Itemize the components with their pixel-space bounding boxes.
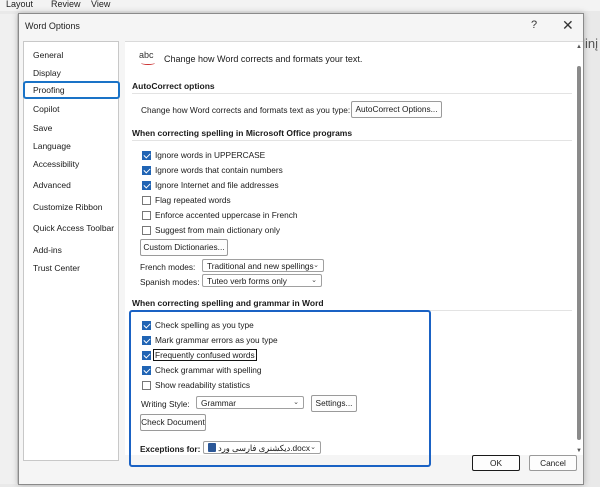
autocorrect-description: Change how Word corrects and formats tex…	[141, 105, 351, 115]
word-menubar: Layout Review View	[0, 0, 600, 11]
nav-item-trust-center[interactable]: Trust Center	[24, 259, 118, 277]
menu-view[interactable]: View	[91, 0, 110, 9]
spanish-modes-value: Tuteo verb forms only	[207, 276, 287, 286]
french-modes-label: French modes:	[140, 262, 196, 272]
option-label: Suggest from main dictionary only	[155, 225, 280, 235]
menu-review[interactable]: Review	[51, 0, 81, 9]
checkbox[interactable]	[142, 211, 151, 220]
scroll-down-icon[interactable]: ▼	[576, 448, 582, 454]
autocorrect-heading: AutoCorrect options	[132, 81, 572, 94]
abc-icon-text: abc	[139, 50, 154, 60]
nav-item-display[interactable]: Display	[24, 64, 118, 82]
custom-dictionaries-button[interactable]: Custom Dictionaries...	[140, 239, 228, 256]
nav-item-save[interactable]: Save	[24, 119, 118, 137]
checkbox[interactable]	[142, 151, 151, 160]
cancel-button[interactable]: Cancel	[529, 455, 577, 471]
option-label: Ignore Internet and file addresses	[155, 180, 279, 190]
checkbox[interactable]	[142, 196, 151, 205]
french-modes-value: Traditional and new spellings	[207, 261, 314, 271]
page-description: Change how Word corrects and formats you…	[164, 54, 363, 64]
checkbox[interactable]	[142, 226, 151, 235]
nav-item-add-ins[interactable]: Add-ins	[24, 241, 118, 259]
scroll-up-icon[interactable]: ▲	[576, 44, 582, 50]
help-button[interactable]: ?	[531, 19, 537, 31]
autocorrect-options-button[interactable]: AutoCorrect Options...	[351, 101, 442, 118]
spanish-modes-label: Spanish modes:	[140, 277, 200, 287]
word-spelling-heading: When correcting spelling and grammar in …	[132, 298, 572, 311]
chevron-down-icon: ⌄	[313, 262, 319, 269]
ok-button[interactable]: OK	[472, 455, 520, 471]
chevron-down-icon: ⌄	[311, 277, 317, 284]
squiggle-underline	[141, 61, 155, 65]
content-scrollbar[interactable]: ▲ ▼	[575, 41, 583, 455]
close-button[interactable]: ✕	[562, 17, 574, 34]
nav-item-quick-access-toolbar[interactable]: Quick Access Toolbar	[24, 219, 118, 237]
abc-spellcheck-icon: abc	[139, 50, 159, 68]
checkbox[interactable]	[142, 166, 151, 175]
dialog-titlebar: Word Options ? ✕	[19, 14, 583, 38]
nav-item-copilot[interactable]: Copilot	[24, 100, 118, 118]
nav-item-advanced[interactable]: Advanced	[24, 176, 118, 194]
document-left-edge	[0, 14, 18, 484]
checkbox[interactable]	[142, 181, 151, 190]
french-modes-select[interactable]: Traditional and new spellings ⌄	[202, 259, 324, 272]
nav-item-general[interactable]: General	[24, 46, 118, 64]
nav-item-language[interactable]: Language	[24, 137, 118, 155]
nav-item-proofing[interactable]: Proofing	[23, 81, 120, 99]
option-label: Ignore words that contain numbers	[155, 165, 283, 175]
highlight-frame	[129, 310, 431, 467]
menu-layout[interactable]: Layout	[6, 0, 33, 9]
options-nav: General Display Proofing Copilot Save La…	[23, 41, 120, 461]
spanish-modes-select[interactable]: Tuteo verb forms only ⌄	[202, 274, 322, 287]
option-label: Ignore words in UPPERCASE	[155, 150, 266, 160]
nav-item-accessibility[interactable]: Accessibility	[24, 155, 118, 173]
nav-item-customize-ribbon[interactable]: Customize Ribbon	[24, 198, 118, 216]
option-label: Enforce accented uppercase in French	[155, 210, 298, 220]
scroll-thumb[interactable]	[577, 66, 581, 440]
option-label: Flag repeated words	[155, 195, 231, 205]
dialog-title: Word Options	[25, 21, 80, 31]
office-spelling-heading: When correcting spelling in Microsoft Of…	[132, 128, 572, 141]
